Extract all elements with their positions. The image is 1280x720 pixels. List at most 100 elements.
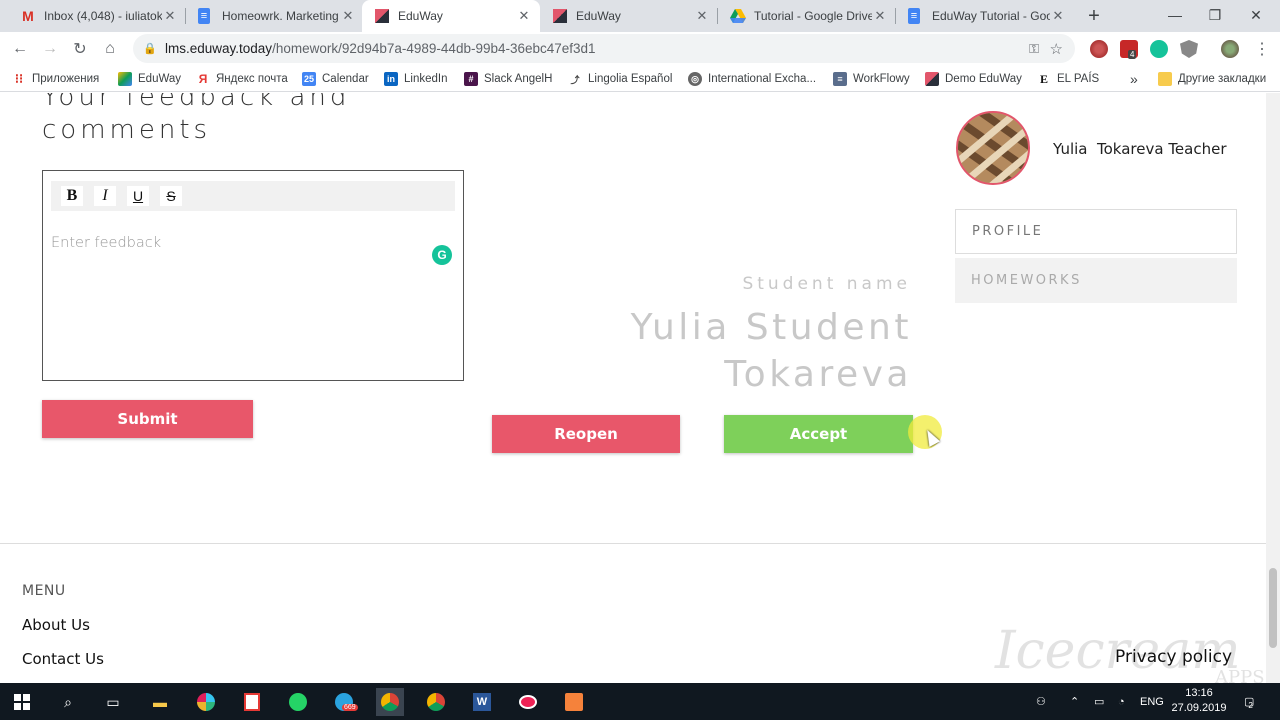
sidebar-item-label: PROFILE — [972, 224, 1044, 239]
bookmark-linkedin[interactable]: in LinkedIn — [384, 70, 447, 88]
strikethrough-button[interactable]: S — [160, 186, 182, 206]
snipping-tool-icon[interactable] — [514, 688, 542, 716]
bookmark-yandex-mail[interactable]: Я Яндекс почта — [196, 70, 288, 88]
page-scrollbar[interactable] — [1266, 93, 1280, 683]
el-pais-icon: E — [1039, 71, 1048, 86]
grammarly-icon[interactable]: G — [432, 245, 452, 265]
tab-homework-doc[interactable]: ≡ Homeowrk. Marketing ✕ — [186, 0, 364, 32]
pdf-reader-icon[interactable] — [238, 688, 266, 716]
bookmark-other[interactable]: Другие закладки — [1158, 70, 1266, 88]
recorder-icon[interactable] — [560, 688, 588, 716]
address-bar[interactable]: 🔒 lms.eduway.today/homework/92d94b7a-498… — [133, 34, 1075, 63]
word-icon[interactable]: W — [468, 688, 496, 716]
star-icon[interactable]: ☆ — [1050, 40, 1063, 58]
chrome-profile-icon[interactable] — [422, 688, 450, 716]
docs-icon: ≡ — [908, 8, 920, 24]
kebab-menu-icon[interactable]: ⋮ — [1250, 37, 1274, 61]
sidebar-item-profile[interactable]: PROFILE — [955, 209, 1237, 254]
new-tab-icon[interactable]: + — [1083, 5, 1105, 27]
underline-button[interactable]: U — [127, 186, 149, 206]
close-tab-icon[interactable]: ✕ — [162, 8, 178, 24]
tab-tutorial-doc[interactable]: ≡ EduWay Tutorial - Goo ✕ — [896, 0, 1074, 32]
reopen-button[interactable]: Reopen — [492, 415, 680, 453]
bookmark-international-exchange[interactable]: ◎ International Excha... — [688, 70, 816, 88]
grammarly-extension-icon[interactable] — [1150, 40, 1168, 58]
language-indicator[interactable]: ENG — [1140, 683, 1164, 720]
italic-button[interactable]: I — [94, 186, 116, 206]
calendar-extension-icon[interactable]: 4 — [1120, 40, 1138, 59]
drive-icon — [118, 72, 132, 86]
student-name-line2: Tokareva — [724, 354, 912, 395]
watermark-subtext: APPS — [1215, 667, 1265, 683]
back-arrow-icon[interactable]: ← — [8, 37, 32, 61]
feedback-input[interactable]: Enter feedback — [51, 235, 161, 251]
scrollbar-thumb[interactable] — [1269, 568, 1277, 648]
bookmark-el-pais[interactable]: E EL PAÍS — [1037, 70, 1099, 88]
bookmark-calendar[interactable]: 25 Calendar — [302, 70, 369, 88]
task-view-icon[interactable]: ▭ — [99, 688, 127, 716]
submit-button[interactable]: Submit — [42, 400, 253, 438]
reload-icon[interactable]: ↻ — [68, 37, 92, 61]
chrome-icon[interactable] — [376, 688, 404, 716]
close-tab-icon[interactable]: ✕ — [340, 8, 356, 24]
footer-link-about[interactable]: About Us — [22, 616, 90, 634]
close-tab-icon[interactable]: ✕ — [872, 8, 888, 24]
browser-toolbar: ← → ↻ ⌂ 🔒 lms.eduway.today/homework/92d9… — [0, 32, 1280, 66]
tray-chevron-icon[interactable]: ⌃ — [1070, 683, 1079, 720]
bookmark-slack[interactable]: # Slack AngelH — [464, 70, 552, 88]
eduway-icon — [374, 8, 390, 24]
bookmark-workflowy[interactable]: ≡ WorkFlowy — [833, 70, 910, 88]
forward-arrow-icon[interactable]: → — [38, 37, 62, 61]
extension-icon[interactable] — [1090, 40, 1108, 58]
whatsapp-icon[interactable] — [284, 688, 312, 716]
minimize-icon[interactable]: — — [1155, 0, 1195, 30]
close-tab-icon[interactable]: ✕ — [1050, 8, 1066, 24]
feedback-editor[interactable]: B I U S Enter feedback G — [42, 170, 464, 381]
docs-icon: ≡ — [198, 8, 210, 24]
footer-link-contact[interactable]: Contact Us — [22, 650, 104, 668]
seal-icon: ◎ — [688, 72, 702, 86]
clock[interactable]: 13:16 27.09.2019 — [1170, 686, 1228, 716]
bookmarks-overflow-icon[interactable]: » — [1130, 70, 1138, 88]
sidebar-item-homeworks[interactable]: HOMEWORKS — [955, 258, 1237, 303]
notifications-badge: 2 — [1248, 701, 1253, 710]
url-host: lms.eduway.today — [165, 41, 273, 56]
telegram-badge: 669 — [342, 704, 358, 711]
shield-extension-icon[interactable] — [1180, 40, 1198, 58]
tab-eduway-active[interactable]: EduWay ✕ — [362, 0, 540, 32]
search-icon[interactable]: ⌕ — [54, 688, 82, 716]
telegram-icon[interactable]: 669 — [330, 688, 358, 716]
lingolia-icon: ⤴ — [570, 74, 580, 85]
wifi-icon[interactable]: ◔ — [1118, 683, 1125, 720]
key-icon[interactable]: ⚿ — [1029, 41, 1039, 57]
notifications-icon[interactable]: ▢ 2 — [1244, 683, 1254, 720]
bookmark-apps[interactable]: ⁝⁝ Приложения — [12, 70, 99, 88]
close-tab-icon[interactable]: ✕ — [516, 8, 532, 24]
browser-tab-strip: M Inbox (4,048) - iuliatok ✕ ≡ Homeowrk.… — [0, 0, 1280, 32]
profile-avatar-icon[interactable] — [1221, 40, 1239, 58]
close-window-icon[interactable]: ✕ — [1236, 0, 1276, 30]
slack-app-icon[interactable] — [192, 688, 220, 716]
tab-google-drive[interactable]: Tutorial - Google Drive ✕ — [718, 0, 896, 32]
home-icon[interactable]: ⌂ — [98, 37, 122, 61]
file-explorer-icon[interactable]: ▬ — [146, 688, 174, 716]
teacher-avatar[interactable] — [956, 111, 1030, 185]
people-icon[interactable]: ⚇ — [1036, 683, 1046, 720]
footer-divider — [0, 543, 1266, 544]
feedback-heading-line2: comments — [42, 115, 212, 145]
bookmark-demo-eduway[interactable]: Demo EduWay — [925, 70, 1022, 88]
battery-icon[interactable]: ▭ — [1094, 683, 1104, 720]
bookmark-eduway[interactable]: EduWay — [118, 70, 181, 88]
windows-start-icon[interactable] — [8, 688, 36, 716]
tab-gmail[interactable]: M Inbox (4,048) - iuliatok ✕ — [8, 0, 186, 32]
bookmark-lingolia[interactable]: ⤴ Lingolia Español — [568, 70, 672, 88]
windows-taskbar: ⌕ ▭ ▬ 669 W ⚇ ⌃ ▭ ◔ ENG 13:16 27.09.2019… — [0, 683, 1280, 720]
footer-link-privacy[interactable]: Privacy policy — [1115, 647, 1232, 667]
close-tab-icon[interactable]: ✕ — [694, 8, 710, 24]
linkedin-icon: in — [384, 72, 398, 86]
accept-button[interactable]: Accept — [724, 415, 913, 453]
restore-icon[interactable]: ❐ — [1195, 0, 1235, 30]
bookmark-label: International Excha... — [708, 73, 817, 85]
tab-eduway[interactable]: EduWay ✕ — [540, 0, 718, 32]
bold-button[interactable]: B — [61, 186, 83, 206]
